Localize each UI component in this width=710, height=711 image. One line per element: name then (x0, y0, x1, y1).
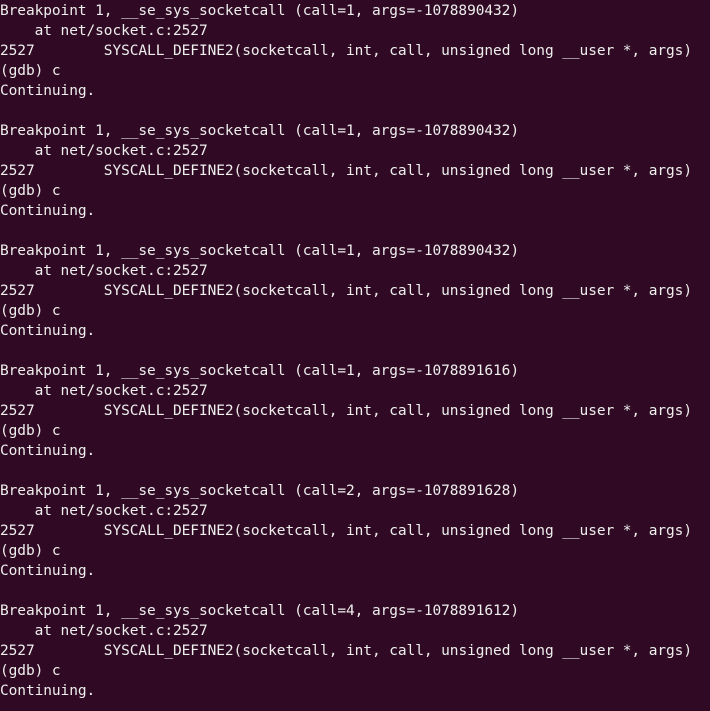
terminal-line: 2527 SYSCALL_DEFINE2(socketcall, int, ca… (0, 643, 692, 659)
terminal-line: (gdb) c (0, 63, 61, 79)
terminal-line: Continuing. (0, 683, 96, 699)
terminal-line: Breakpoint 1, __se_sys_socketcall (call=… (0, 243, 519, 259)
terminal-line: Continuing. (0, 443, 96, 459)
terminal-line: 2527 SYSCALL_DEFINE2(socketcall, int, ca… (0, 43, 692, 59)
terminal-line: (gdb) c (0, 183, 61, 199)
terminal-line: Breakpoint 1, __se_sys_socketcall (call=… (0, 123, 519, 139)
terminal-line: 2527 SYSCALL_DEFINE2(socketcall, int, ca… (0, 523, 692, 539)
terminal-output: Breakpoint 1, __se_sys_socketcall (call=… (0, 0, 710, 711)
terminal-line: Breakpoint 1, __se_sys_socketcall (call=… (0, 603, 519, 619)
terminal-line: at net/socket.c:2527 (0, 263, 208, 279)
terminal-line: at net/socket.c:2527 (0, 623, 208, 639)
terminal-line: Continuing. (0, 83, 96, 99)
terminal-line: 2527 SYSCALL_DEFINE2(socketcall, int, ca… (0, 163, 692, 179)
terminal-line: at net/socket.c:2527 (0, 143, 208, 159)
terminal-line: at net/socket.c:2527 (0, 23, 208, 39)
terminal-line: (gdb) c (0, 303, 61, 319)
terminal-line: Continuing. (0, 563, 96, 579)
terminal-line: Continuing. (0, 323, 96, 339)
terminal-line: Breakpoint 1, __se_sys_socketcall (call=… (0, 483, 519, 499)
terminal-line: (gdb) c (0, 543, 61, 559)
terminal-line: Breakpoint 1, __se_sys_socketcall (call=… (0, 363, 519, 379)
terminal-line: Breakpoint 1, __se_sys_socketcall (call=… (0, 3, 519, 19)
terminal-line: Continuing. (0, 203, 96, 219)
terminal-line: (gdb) c (0, 423, 61, 439)
terminal-line: at net/socket.c:2527 (0, 383, 208, 399)
terminal-line: 2527 SYSCALL_DEFINE2(socketcall, int, ca… (0, 283, 692, 299)
terminal-line: 2527 SYSCALL_DEFINE2(socketcall, int, ca… (0, 403, 692, 419)
terminal-window[interactable]: Breakpoint 1, __se_sys_socketcall (call=… (0, 0, 710, 711)
terminal-line: at net/socket.c:2527 (0, 503, 208, 519)
terminal-line: (gdb) c (0, 663, 61, 679)
